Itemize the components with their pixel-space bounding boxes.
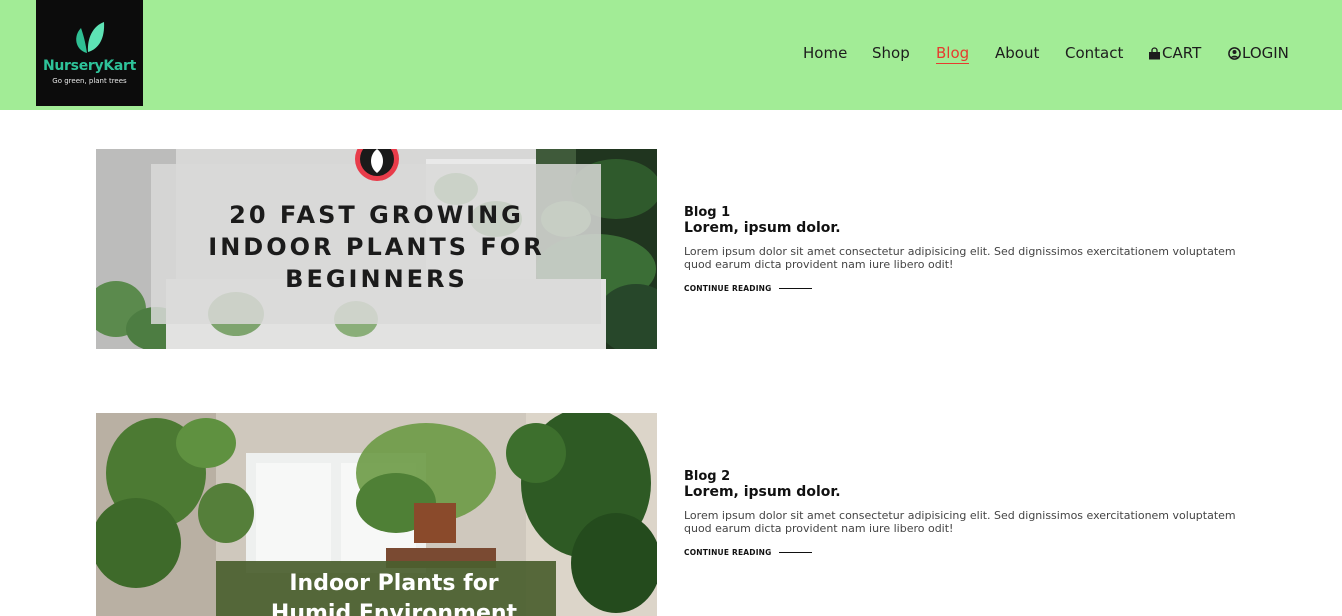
user-circle-icon xyxy=(1228,47,1241,60)
blog-image-caption: Indoor Plants for Humid Environment xyxy=(96,569,657,616)
blog-post-number: Blog 2 xyxy=(684,469,731,484)
image-caption-line: 20 FAST GROWING xyxy=(229,201,524,229)
nav-cart-label: CART xyxy=(1162,44,1202,62)
link-underline xyxy=(778,288,812,289)
nav-blog[interactable]: Blog xyxy=(936,44,970,64)
blog-post-body: Blog 2 Lorem, ipsum dolor. Lorem ipsum d… xyxy=(684,469,1254,557)
main-nav: Home Shop Blog About Contact CART LOGIN xyxy=(0,44,1342,64)
continue-reading-link[interactable]: CONTINUE READING xyxy=(684,284,1254,293)
nav-login[interactable]: LOGIN xyxy=(1228,44,1289,62)
nav-contact[interactable]: Contact xyxy=(1065,44,1123,62)
blog-post-number: Blog 1 xyxy=(684,205,731,220)
blog-post-excerpt: Lorem ipsum dolor sit amet consectetur a… xyxy=(684,245,1236,271)
navbar: NurseryKart Go green, plant trees Home S… xyxy=(0,0,1342,110)
nav-shop[interactable]: Shop xyxy=(872,44,910,62)
blog-post-title[interactable]: Lorem, ipsum dolor. xyxy=(684,220,1254,236)
image-caption-line: BEGINNERS xyxy=(285,265,468,293)
continue-reading-label: CONTINUE READING xyxy=(684,548,772,557)
continue-reading-link[interactable]: CONTINUE READING xyxy=(684,548,1254,557)
blog-post-image[interactable]: 20 FAST GROWING INDOOR PLANTS FOR BEGINN… xyxy=(96,149,657,349)
blog-post-title[interactable]: Lorem, ipsum dolor. xyxy=(684,484,1254,500)
image-caption-line: Humid Environment xyxy=(270,601,518,616)
brand-tagline: Go green, plant trees xyxy=(52,77,127,85)
blog-image-caption: 20 FAST GROWING INDOOR PLANTS FOR BEGINN… xyxy=(96,199,657,295)
continue-reading-label: CONTINUE READING xyxy=(684,284,772,293)
link-underline xyxy=(778,552,812,553)
nav-about[interactable]: About xyxy=(995,44,1039,62)
blog-post-body: Blog 1 Lorem, ipsum dolor. Lorem ipsum d… xyxy=(684,205,1254,293)
blog-post-image[interactable]: Indoor Plants for Humid Environment xyxy=(96,413,657,616)
image-caption-line: INDOOR PLANTS FOR xyxy=(208,233,545,261)
nav-home[interactable]: Home xyxy=(803,44,847,62)
nav-cart[interactable]: CART xyxy=(1148,44,1201,62)
blog-post-excerpt: Lorem ipsum dolor sit amet consectetur a… xyxy=(684,509,1236,535)
nav-login-label: LOGIN xyxy=(1242,44,1289,62)
image-caption-line: Indoor Plants for xyxy=(289,571,499,596)
shopping-bag-icon xyxy=(1149,47,1160,60)
